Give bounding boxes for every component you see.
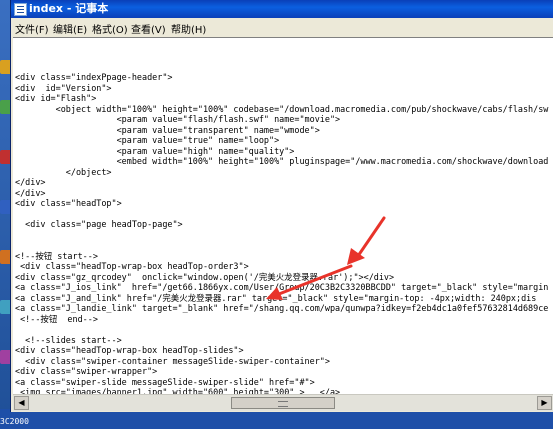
chevron-left-icon[interactable]: ◀ — [14, 396, 29, 410]
horizontal-scrollbar[interactable]: ◀ ▶ — [13, 394, 553, 411]
scroll-thumb[interactable] — [231, 397, 335, 409]
grip-icon — [278, 401, 288, 407]
taskbar: 3C2000 — [0, 409, 553, 429]
menu-file[interactable]: 文件(F) — [15, 21, 49, 36]
red-arrow-icon — [266, 264, 353, 300]
menu-bar: 文件(F) 编辑(E) 格式(O) 查看(V) 帮助(H) — [11, 18, 553, 36]
menu-format[interactable]: 格式(O) — [92, 21, 128, 36]
menu-edit[interactable]: 编辑(E) — [53, 21, 87, 36]
annotation-arrows — [266, 216, 386, 300]
red-arrow-icon — [347, 216, 386, 265]
menu-help[interactable]: 帮助(H) — [171, 21, 206, 36]
text-editor[interactable]: <div class="indexPpage-header"> <div id=… — [13, 37, 553, 395]
notepad-icon — [14, 3, 27, 16]
taskbar-label: 3C2000 — [0, 417, 29, 426]
window-title: index - 记事本 — [29, 2, 109, 15]
title-bar[interactable]: index - 记事本 — [11, 0, 553, 18]
chevron-right-icon[interactable]: ▶ — [537, 396, 552, 410]
menu-view[interactable]: 查看(V) — [131, 21, 166, 36]
notepad-window: index - 记事本 文件(F) 编辑(E) 格式(O) 查看(V) 帮助(H… — [10, 0, 553, 412]
